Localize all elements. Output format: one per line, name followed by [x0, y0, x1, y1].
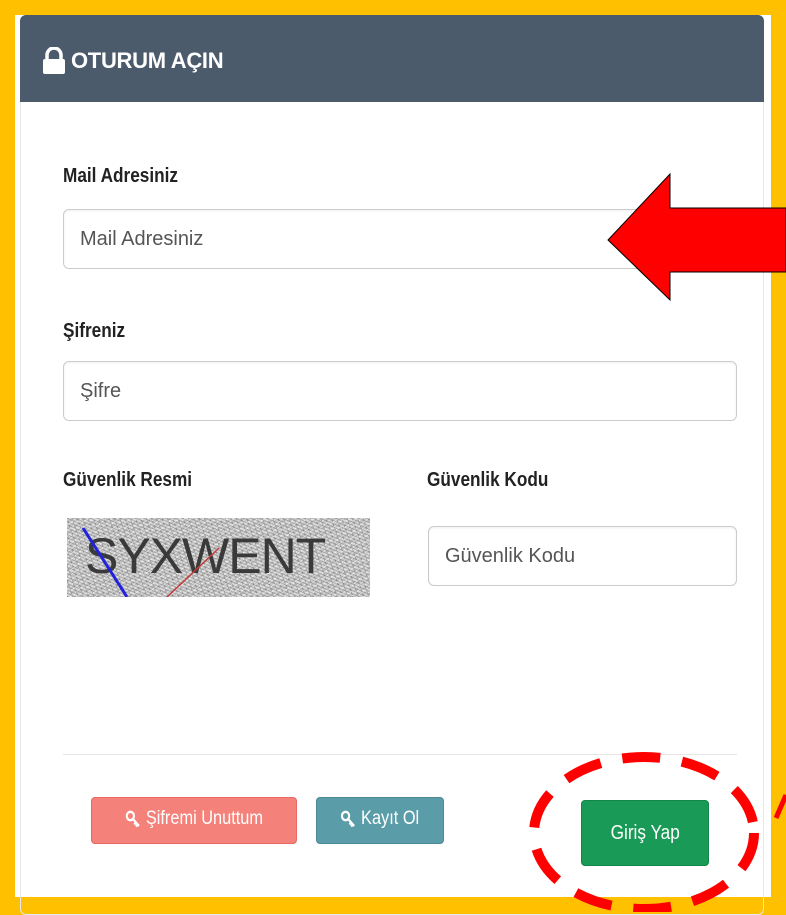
security-code-label: Güvenlik Kodu [427, 469, 549, 491]
forgot-password-button[interactable]: Şifremi Unuttum [91, 797, 297, 844]
register-label: Kayıt Ol [361, 807, 420, 829]
register-button[interactable]: Kayıt Ol [316, 797, 444, 844]
login-button[interactable]: Giriş Yap [581, 800, 709, 866]
login-label: Giriş Yap [610, 821, 680, 844]
password-label: Şifreniz [63, 320, 126, 342]
captcha-noise-lines [81, 527, 220, 597]
key-icon [125, 810, 140, 827]
email-field[interactable] [63, 209, 737, 269]
footer-divider [63, 754, 737, 755]
captcha-image: SYXWENT [67, 518, 370, 597]
security-code-field[interactable] [428, 526, 737, 586]
email-label: Mail Adresiniz [63, 165, 179, 187]
login-panel [20, 15, 764, 915]
key-icon [341, 810, 356, 827]
lock-icon [43, 47, 65, 74]
red-arrow-edge [773, 794, 786, 819]
panel-title: OTURUM AÇIN [71, 48, 224, 73]
captcha-label: Güvenlik Resmi [63, 469, 193, 491]
password-field[interactable] [63, 361, 737, 421]
forgot-password-label: Şifremi Unuttum [145, 807, 263, 829]
